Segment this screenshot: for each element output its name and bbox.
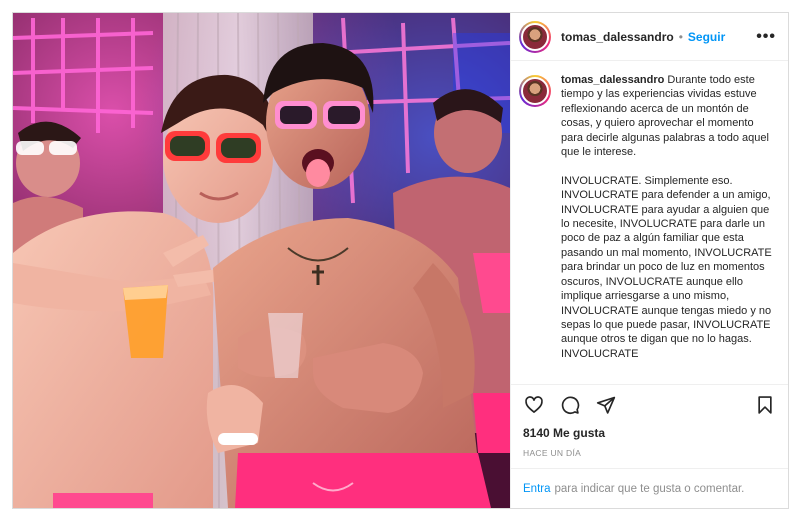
caption-area[interactable]: tomas_dalessandro Durante todo este tiem… (511, 61, 788, 384)
bookmark-icon[interactable] (754, 394, 776, 416)
post-photo[interactable] (13, 13, 510, 508)
header-separator-dot: • (678, 29, 683, 44)
share-icon[interactable] (595, 394, 617, 416)
avatar-photo (521, 77, 549, 105)
instagram-post-embed: tomas_dalessandro • Seguir ••• tomas_dal… (12, 12, 789, 509)
post-side-panel: tomas_dalessandro • Seguir ••• tomas_dal… (510, 13, 788, 508)
avatar-photo (521, 22, 549, 51)
action-bar (511, 384, 788, 424)
caption-username-link[interactable]: tomas_dalessandro (561, 74, 664, 86)
post-timestamp[interactable]: HACE UN DÍA (511, 446, 788, 460)
heart-icon[interactable] (523, 394, 545, 416)
more-options-icon[interactable]: ••• (756, 28, 776, 45)
header-username-link[interactable]: tomas_dalessandro (561, 30, 674, 44)
likes-count[interactable]: 8140 Me gusta (511, 424, 788, 442)
header-avatar[interactable] (519, 20, 551, 53)
login-link[interactable]: Entra (523, 483, 551, 495)
post-header: tomas_dalessandro • Seguir ••• (511, 13, 788, 61)
comment-prompt-text: para indicar que te gusta o comentar. (554, 482, 745, 495)
comment-bar: Entra para indicar que te gusta o coment… (511, 468, 788, 508)
caption-body: Durante todo este tiempo y las experienc… (561, 74, 772, 360)
caption-avatar[interactable] (519, 75, 551, 107)
follow-button[interactable]: Seguir (688, 30, 725, 44)
caption: tomas_dalessandro Durante todo este tiem… (561, 73, 774, 361)
comment-icon[interactable] (559, 394, 581, 416)
